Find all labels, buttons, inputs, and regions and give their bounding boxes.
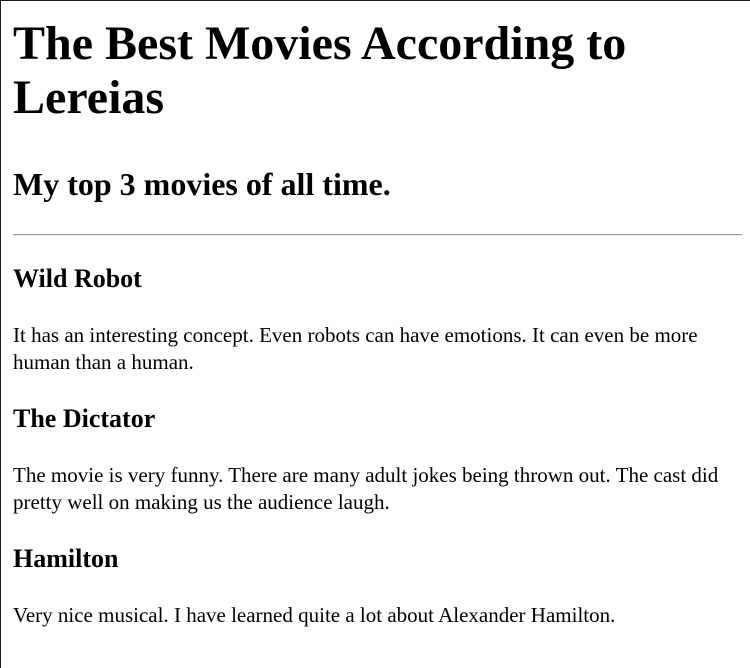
movie-review: The movie is very funny. There are many …: [13, 463, 719, 514]
movie-title: The Dictator: [13, 404, 156, 433]
movie-entry-hamilton: Hamilton Very nice musical. I have learn…: [13, 544, 742, 629]
movie-entry-the-dictator: The Dictator The movie is very funny. Th…: [13, 404, 742, 516]
movie-entry-wild-robot: Wild Robot It has an interesting concept…: [13, 264, 742, 376]
movie-title: Wild Robot: [13, 264, 142, 293]
page-subtitle: My top 3 movies of all time.: [13, 166, 391, 202]
page-content: The Best Movies According to Lereias My …: [1, 17, 750, 629]
movie-review: It has an interesting concept. Even robo…: [13, 323, 698, 374]
movie-review: Very nice musical. I have learned quite …: [13, 603, 616, 627]
divider: [13, 234, 742, 236]
movie-title: Hamilton: [13, 544, 119, 573]
page-title: The Best Movies According to Lereias: [13, 17, 627, 124]
